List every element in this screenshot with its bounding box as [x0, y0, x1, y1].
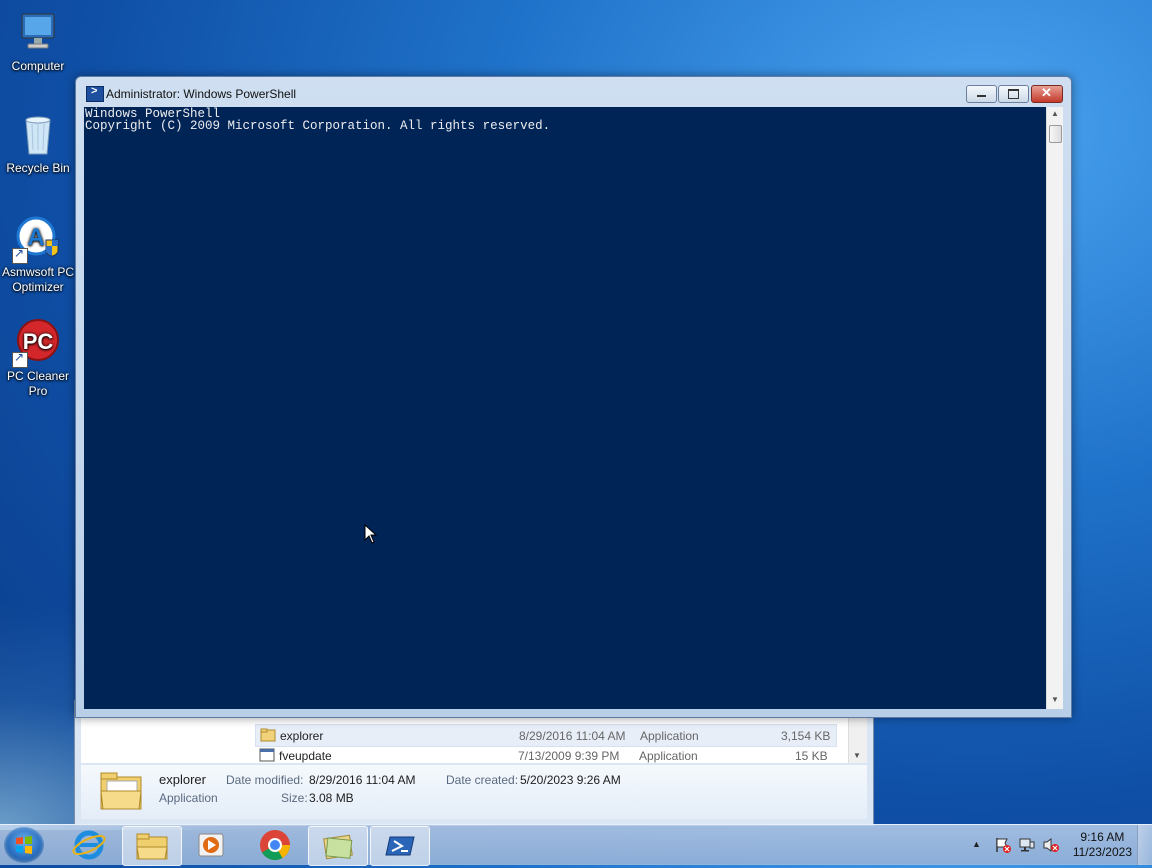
pc-cleaner-icon: PC [12, 318, 62, 368]
file-name: fveupdate [279, 749, 332, 763]
details-created-label: Date created: [446, 773, 519, 787]
chrome-icon [260, 830, 290, 861]
file-type: Application [639, 749, 698, 763]
taskbar-media-player[interactable] [182, 826, 240, 864]
file-list-scrollbar[interactable]: ▼ [848, 715, 867, 763]
computer-icon [14, 8, 62, 56]
close-button[interactable]: ✕ [1031, 85, 1063, 103]
desktop-icon-label: PC Cleaner Pro [6, 369, 70, 398]
explorer-folder-icon [99, 769, 145, 813]
window-title: Administrator: Windows PowerShell [106, 87, 297, 101]
shortcut-arrow-icon [12, 350, 28, 368]
minimize-button[interactable] [966, 85, 997, 103]
desktop-icon-label: Asmwsoft PC Optimizer [1, 265, 74, 294]
action-center-flag-icon[interactable] [994, 837, 1012, 856]
restore-icon [1008, 89, 1019, 99]
media-player-icon [198, 833, 224, 857]
file-date: 8/29/2016 11:04 AM [519, 729, 626, 743]
application-icon [259, 748, 275, 765]
volume-muted-icon[interactable] [1042, 837, 1060, 856]
taskbar-folder[interactable] [308, 826, 368, 866]
console-scrollbar[interactable]: ▲ ▼ [1046, 107, 1063, 709]
folder-app-icon [260, 728, 276, 745]
network-icon[interactable] [1018, 837, 1036, 856]
maximize-button[interactable] [998, 85, 1029, 103]
asmwsoft-icon: A [12, 214, 62, 264]
desktop-icon-recycle-bin[interactable]: Recycle Bin [0, 110, 76, 176]
taskbar-chrome[interactable] [246, 826, 304, 864]
scroll-down-icon[interactable]: ▼ [853, 751, 861, 760]
desktop-icon-computer[interactable]: Computer [0, 8, 76, 74]
powershell-icon [86, 85, 104, 102]
ie-icon [72, 830, 106, 860]
scroll-down-icon[interactable]: ▼ [1051, 695, 1059, 704]
show-desktop-button[interactable] [1137, 825, 1152, 865]
file-size: 15 KB [795, 749, 828, 763]
file-list[interactable]: explorer 8/29/2016 11:04 AM Application … [81, 715, 867, 763]
details-name: explorer [159, 772, 206, 787]
folder-icon [323, 834, 353, 860]
windows-logo-icon [16, 836, 32, 854]
shortcut-arrow-icon [12, 246, 28, 264]
details-size-label: Size: [281, 791, 308, 805]
minimize-icon [977, 95, 986, 97]
clock-date: 11/23/2023 [1072, 845, 1132, 859]
file-name: explorer [280, 729, 324, 743]
explorer-icon [136, 833, 168, 860]
powershell-window[interactable]: Administrator: Windows PowerShell ✕ Wind… [75, 76, 1072, 718]
file-row[interactable]: fveupdate 7/13/2009 9:39 PM Application … [255, 745, 835, 766]
powershell-icon [385, 836, 415, 856]
file-type: Application [640, 729, 699, 743]
svg-text:A: A [27, 224, 44, 251]
scroll-thumb[interactable] [1049, 125, 1062, 143]
file-size: 3,154 KB [781, 729, 831, 743]
desktop-icon-asmwsoft[interactable]: A Asmwsoft PC Optimizer [0, 214, 76, 295]
taskbar-explorer[interactable] [122, 826, 182, 866]
console-area[interactable]: Windows PowerShell Copyright (C) 2009 Mi… [84, 107, 1046, 709]
console-line: Copyright (C) 2009 Microsoft Corporation… [85, 119, 551, 133]
start-button[interactable] [4, 827, 44, 863]
desktop-icon-pc-cleaner[interactable]: PC PC Cleaner Pro [0, 318, 76, 399]
file-date: 7/13/2009 9:39 PM [518, 749, 620, 763]
details-kind: Application [159, 791, 218, 805]
details-created: 5/20/2023 9:26 AM [520, 773, 621, 787]
taskbar-powershell[interactable] [370, 826, 430, 866]
close-icon: ✕ [1041, 85, 1052, 100]
scroll-up-icon[interactable]: ▲ [1051, 109, 1059, 118]
desktop-icon-label: Recycle Bin [6, 161, 70, 175]
explorer-window[interactable]: explorer 8/29/2016 11:04 AM Application … [74, 700, 874, 826]
details-pane: explorer Application Date modified: 8/29… [81, 765, 867, 819]
details-modified: 8/29/2016 11:04 AM [309, 773, 416, 787]
file-row[interactable]: explorer 8/29/2016 11:04 AM Application … [255, 724, 837, 747]
details-size: 3.08 MB [309, 791, 354, 805]
system-clock[interactable]: 9:16 AM 11/23/2023 [1073, 830, 1132, 860]
recycle-bin-icon [14, 110, 62, 158]
show-hidden-icons-icon[interactable]: ▲ [972, 839, 981, 849]
clock-time: 9:16 AM [1080, 830, 1125, 844]
svg-text:PC: PC [23, 329, 54, 354]
desktop-icon-label: Computer [11, 59, 65, 73]
taskbar: ▲ 9:16 AM 11/23/2023 [0, 824, 1152, 866]
details-modified-label: Date modified: [226, 773, 304, 787]
taskbar-ie[interactable] [60, 826, 118, 864]
